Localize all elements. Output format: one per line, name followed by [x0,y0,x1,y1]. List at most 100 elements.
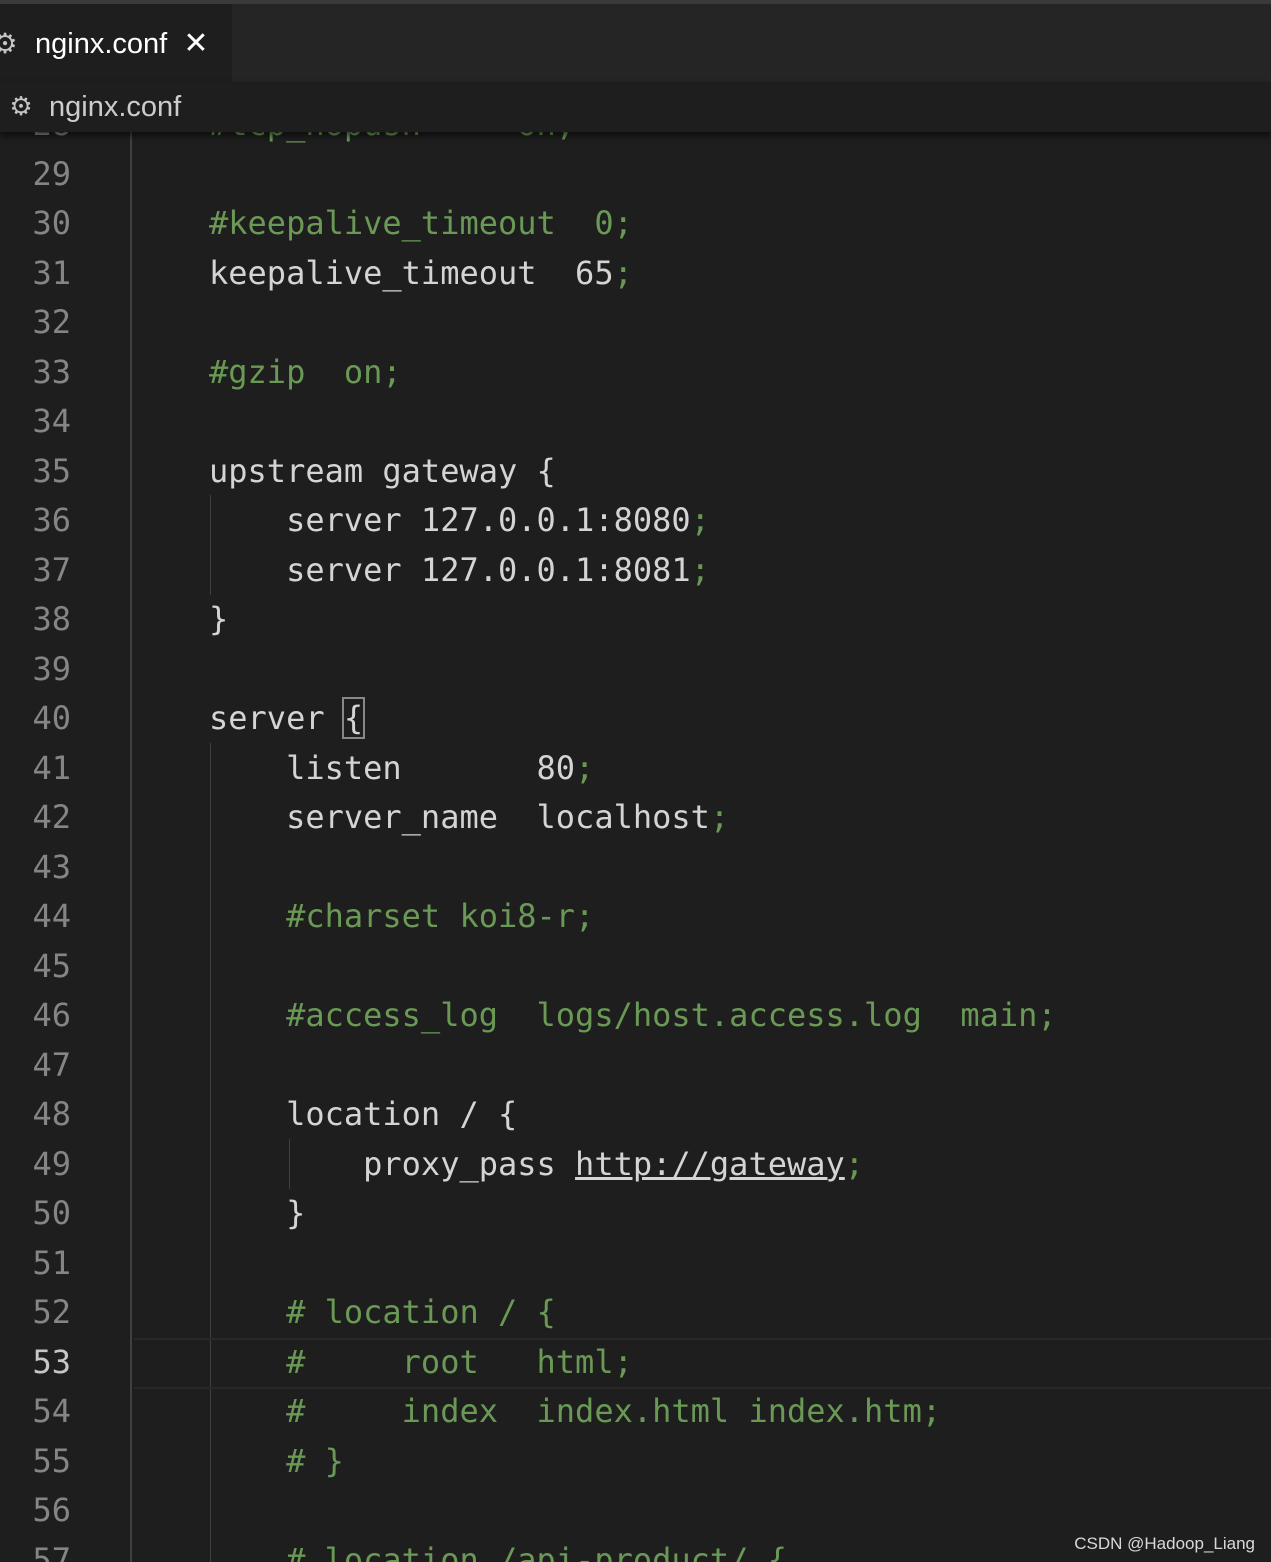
line-number: 40 [32,699,71,737]
code-line[interactable]: 31 keepalive_timeout 65; [0,249,1271,299]
code-line[interactable]: 40 server { [0,694,1271,744]
code-line[interactable]: 52 # location / { [0,1288,1271,1338]
code-comment: # location / { [286,1293,556,1331]
gear-icon: ⚙ [9,92,33,122]
line-number: 30 [32,204,71,242]
code-token: listen 80 [209,748,576,787]
line-number: 48 [32,1095,71,1133]
line-content: server { [209,694,366,744]
line-number: 46 [32,996,71,1034]
line-content: upstream gateway { [209,447,556,497]
line-content: keepalive_timeout 65; [209,249,633,299]
editor-window: ⚙ nginx.conf ✕ ⚙ nginx.conf 28 #tcp_nopus… [0,0,1271,1562]
code-line[interactable]: 42 server_name localhost; [0,793,1271,843]
code-line[interactable]: 49 proxy_pass http://gateway; [0,1140,1271,1190]
code-token: } [209,600,229,638]
code-line[interactable]: 32 [0,298,1271,348]
code-token: location / { [209,1095,518,1133]
code-line[interactable]: 50 } [0,1189,1271,1239]
code-line[interactable]: 41 listen 80; [0,744,1271,794]
line-content: listen 80; [209,744,594,794]
code-line[interactable]: 56 [0,1486,1271,1536]
line-number: 41 [32,748,71,787]
code-token: keepalive_timeout 65 [209,253,614,292]
code-line[interactable]: 33 #gzip on; [0,348,1271,398]
tab-bar: ⚙ nginx.conf ✕ [0,4,1271,82]
line-content: # location / { [209,1288,556,1338]
line-number: 54 [32,1392,71,1430]
line-content: } [209,595,228,645]
code-comment: # index index.html index.htm; [286,1392,942,1430]
line-content: # location /api-product/ { [209,1536,787,1562]
line-number: 47 [32,1045,71,1084]
code-line[interactable]: 43 [0,843,1271,893]
code-comment: ; [844,1144,865,1183]
code-editor[interactable]: 28 #tcp_nopush on; 29 30 #keepalive_timeout … [0,132,1271,1562]
code-comment: #keepalive_timeout 0; [209,204,633,242]
code-comment: # location /api-product/ { [286,1540,787,1562]
line-content: proxy_pass http://gateway; [209,1140,864,1190]
line-content: #tcp_nopush on; [209,132,575,150]
code-line[interactable]: 35 upstream gateway { [0,447,1271,497]
code-line[interactable]: 47 [0,1041,1271,1091]
line-content: # index index.html index.htm; [209,1387,941,1437]
code-token: upstream gateway { [209,451,556,490]
code-comment: #tcp_nopush on; [209,132,575,143]
code-line[interactable]: 51 [0,1239,1271,1289]
watermark: CSDN @Hadoop_Liang [1074,1534,1255,1553]
code-comment: ; [575,748,595,787]
tab-nginx-conf[interactable]: ⚙ nginx.conf ✕ [0,4,232,82]
line-number: 51 [32,1243,71,1282]
code-line[interactable]: 34 [0,397,1271,447]
breadcrumb-item-nginx-conf[interactable]: nginx.conf [49,89,181,125]
line-number: 44 [32,897,71,935]
tab-label: nginx.conf [35,28,168,60]
line-content: #keepalive_timeout 0; [209,199,633,249]
code-comment: #access_log logs/host.access.log main; [286,996,1057,1034]
line-content: server 127.0.0.1:8081; [209,546,710,596]
code-line[interactable]: 36 server 127.0.0.1:8080; [0,496,1271,546]
code-line[interactable]: 38} [0,595,1271,645]
code-line[interactable]: 53 # root html; [0,1337,1271,1388]
code-line[interactable]: 55 # } [0,1437,1271,1487]
breadcrumb: ⚙ nginx.conf [0,82,1271,132]
code-comment: ; [690,550,710,589]
code-line[interactable]: 44 #charset koi8-r; [0,892,1271,942]
code-token: server [209,699,344,737]
line-number: 55 [32,1441,71,1480]
code-line[interactable]: 28 #tcp_nopush on; [0,132,1271,150]
code-line[interactable]: 29 [0,150,1271,200]
code-line[interactable]: 45 [0,942,1271,992]
code-line[interactable]: 48 location / { [0,1090,1271,1140]
code-link[interactable]: http://gateway [575,1145,845,1183]
line-content: #access_log logs/host.access.log main; [209,991,1057,1041]
code-line[interactable]: 54 # index index.html index.htm; [0,1387,1271,1437]
line-number: 28 [0,132,71,150]
close-icon[interactable]: ✕ [180,26,212,62]
code-line[interactable]: 30 #keepalive_timeout 0; [0,199,1271,249]
line-number: 33 [32,352,71,391]
line-number: 34 [32,402,71,440]
code-token: } [209,1194,306,1232]
line-number: 38 [32,600,71,638]
line-number: 52 [32,1293,71,1331]
line-number: 37 [32,550,71,589]
code-line[interactable]: 39 [0,645,1271,695]
code-lines[interactable]: 28 #tcp_nopush on; 29 30 #keepalive_timeout … [0,132,1271,1562]
code-comment: ; [613,253,633,292]
line-number: 56 [32,1491,71,1529]
code-line[interactable]: 46 #access_log logs/host.access.log main… [0,991,1271,1041]
line-content: server 127.0.0.1:8080; [209,496,710,546]
line-number: 36 [32,501,71,539]
code-comment: ; [709,798,730,836]
line-number: 31 [32,253,71,292]
code-comment: # } [286,1441,344,1480]
line-number: 45 [32,946,71,985]
line-number: 32 [32,303,71,341]
line-content: } [209,1189,305,1239]
code-line[interactable]: 37 server 127.0.0.1:8081; [0,546,1271,596]
